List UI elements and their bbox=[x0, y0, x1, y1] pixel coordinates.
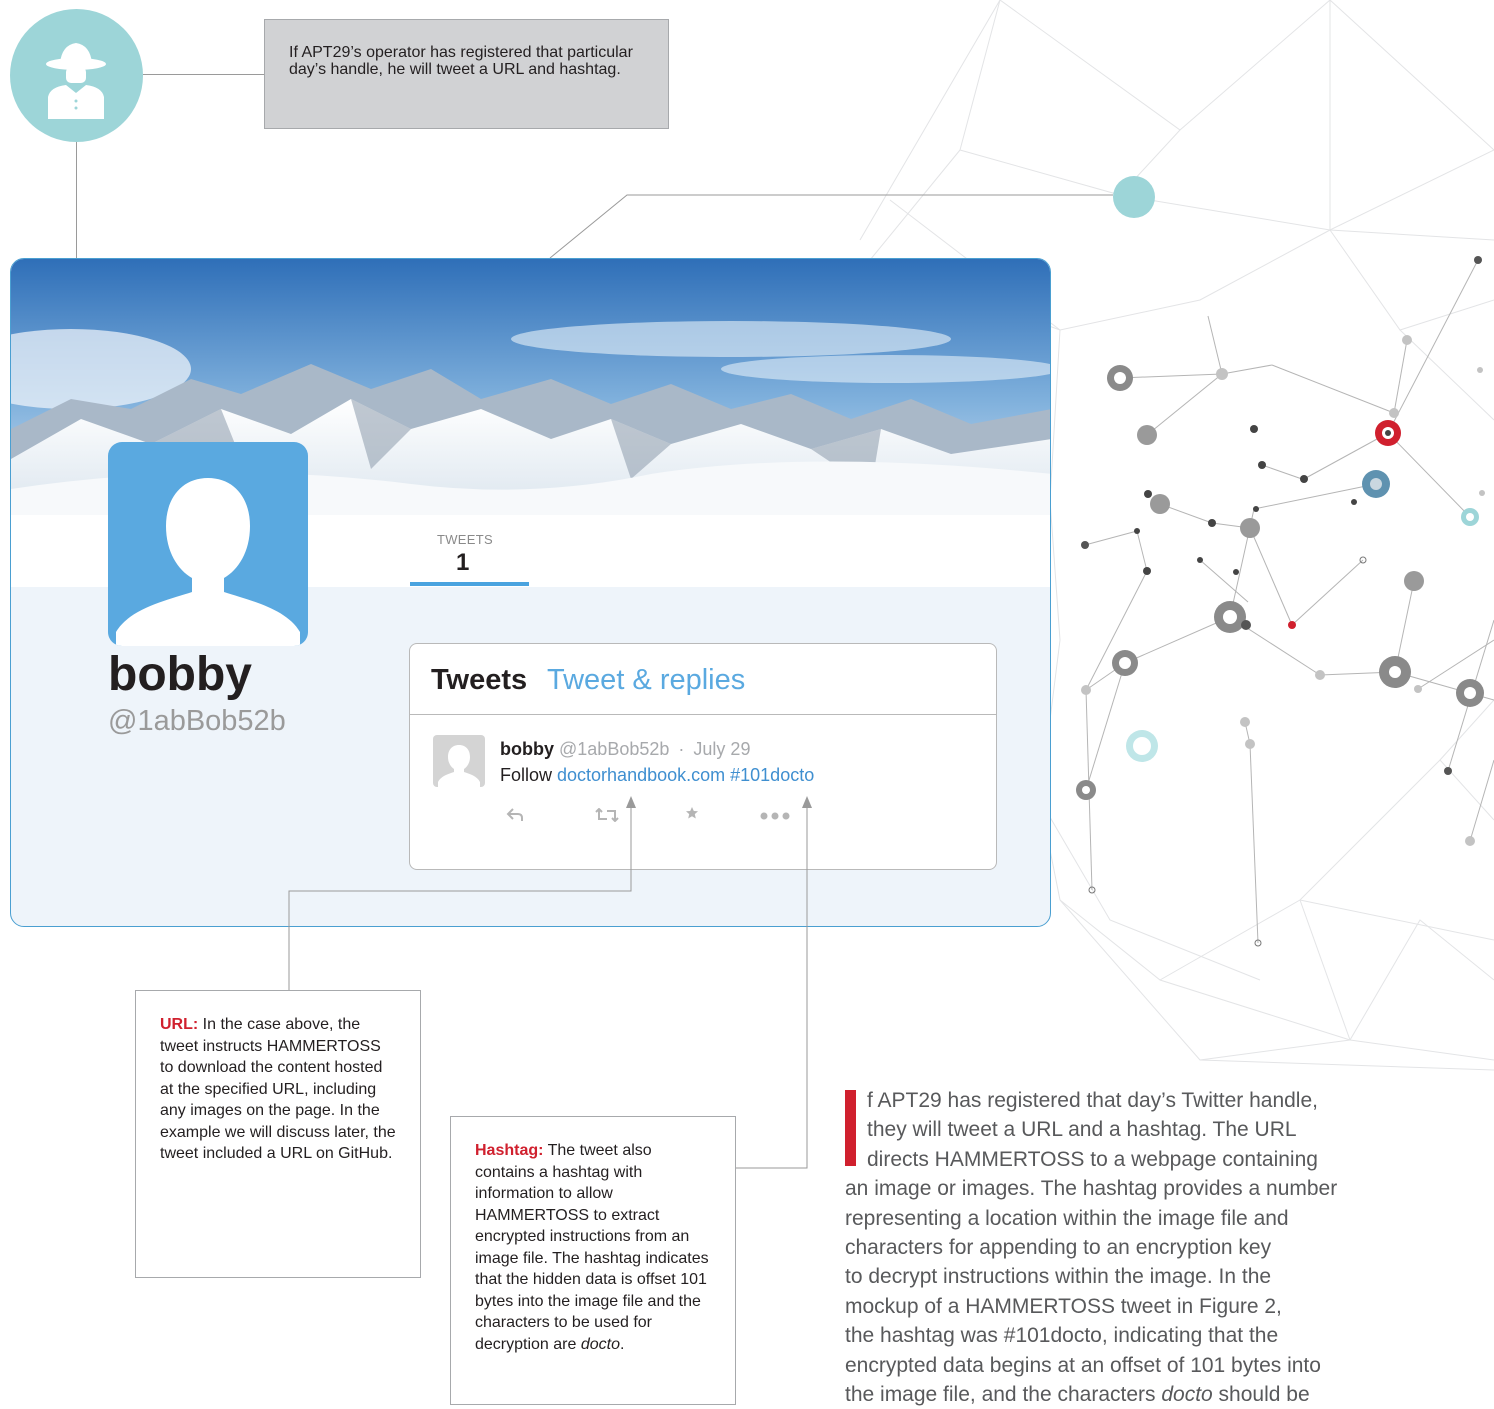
body-paragraph: f APT29 has registered that day’s Twitte… bbox=[845, 1086, 1365, 1409]
paragraph-last-emph: docto bbox=[1161, 1383, 1213, 1407]
hashtag-callout-emph: docto bbox=[580, 1335, 620, 1353]
paragraph-last-prefix: the image file, and the characters bbox=[845, 1383, 1162, 1407]
paragraph-line: to decrypt instructions within the image… bbox=[845, 1265, 1272, 1289]
paragraph-line: mockup of a HAMMERTOSS tweet in Figure 2… bbox=[845, 1294, 1282, 1318]
paragraph-line: encrypted data begins at an offset of 10… bbox=[845, 1353, 1321, 1377]
paragraph-line: directs HAMMERTOSS to a webpage containi… bbox=[867, 1147, 1318, 1171]
paragraph-line: they will tweet a URL and a hashtag. The… bbox=[867, 1118, 1297, 1142]
paragraph-line: characters for appending to an encryptio… bbox=[845, 1236, 1272, 1260]
paragraph-line: f APT29 has registered that day’s Twitte… bbox=[867, 1089, 1318, 1112]
paragraph-line: representing a location within the image… bbox=[845, 1206, 1289, 1230]
url-callout: URL: In the case above, the tweet instru… bbox=[135, 990, 421, 1278]
paragraph-last-suffix: should be bbox=[1212, 1383, 1310, 1407]
hashtag-callout-label: Hashtag: bbox=[475, 1142, 544, 1159]
paragraph-line: the hashtag was #101docto, indicating th… bbox=[845, 1324, 1279, 1348]
hashtag-callout-end: . bbox=[619, 1335, 625, 1353]
hashtag-callout-text: The tweet also contains a hashtag with i… bbox=[475, 1142, 709, 1353]
paragraph-line: an image or images. The hashtag provides… bbox=[845, 1177, 1338, 1201]
url-callout-label: URL: bbox=[160, 1016, 199, 1033]
hashtag-callout: Hashtag: The tweet also contains a hasht… bbox=[450, 1116, 736, 1405]
url-callout-text: In the case above, the tweet instructs H… bbox=[160, 1016, 396, 1162]
